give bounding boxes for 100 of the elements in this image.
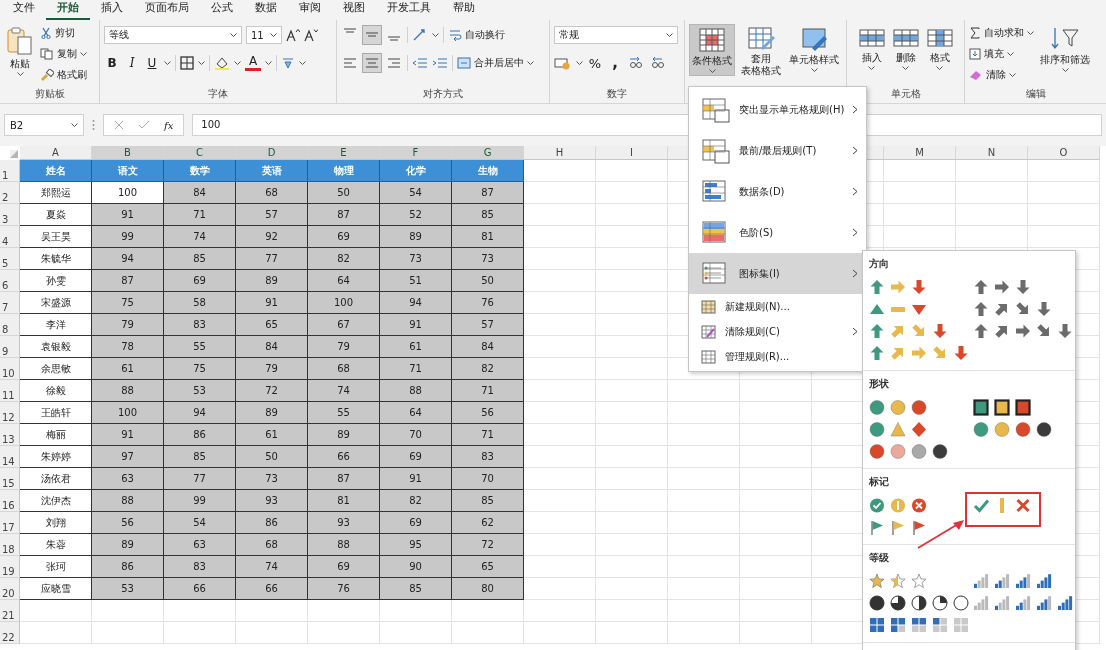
ribbon-tab[interactable]: 插入: [90, 0, 134, 20]
empty-cell[interactable]: [524, 600, 596, 622]
row-header[interactable]: 1: [0, 160, 20, 182]
empty-cell[interactable]: [596, 380, 668, 402]
row-header[interactable]: 18: [0, 534, 20, 556]
menu-item[interactable]: 新建规则(N)...: [689, 294, 866, 319]
cancel-icon[interactable]: [114, 120, 124, 130]
empty-cell[interactable]: [92, 600, 164, 622]
empty-cell[interactable]: [92, 622, 164, 644]
row-header[interactable]: 7: [0, 292, 20, 314]
empty-cell[interactable]: [668, 468, 740, 490]
empty-cell[interactable]: [884, 182, 956, 204]
font-color-button[interactable]: A: [245, 55, 261, 71]
ribbon-tab[interactable]: 文件: [2, 0, 46, 20]
empty-cell[interactable]: [596, 248, 668, 270]
empty-cell[interactable]: [668, 446, 740, 468]
empty-cell[interactable]: [668, 622, 740, 644]
empty-cell[interactable]: [884, 160, 956, 182]
increase-decimal-icon[interactable]: [627, 56, 645, 70]
select-all-icon[interactable]: [10, 150, 18, 158]
column-header[interactable]: H: [524, 146, 596, 160]
row-header[interactable]: 2: [0, 182, 20, 204]
row-header[interactable]: 10: [0, 358, 20, 380]
menu-item[interactable]: 色阶(S): [689, 212, 866, 253]
icon-set-option[interactable]: [869, 442, 948, 460]
menu-item[interactable]: 管理规则(R)...: [689, 344, 866, 369]
font-size-dropdown[interactable]: 11: [246, 26, 282, 44]
empty-cell[interactable]: [668, 512, 740, 534]
empty-cell[interactable]: [596, 622, 668, 644]
phonetic-icon[interactable]: [281, 56, 295, 70]
empty-cell[interactable]: [380, 600, 452, 622]
conditional-formatting-button[interactable]: 条件格式: [689, 24, 735, 76]
empty-cell[interactable]: [236, 600, 308, 622]
empty-cell[interactable]: [956, 226, 1028, 248]
column-header[interactable]: B: [92, 146, 164, 160]
empty-cell[interactable]: [740, 600, 812, 622]
menu-item[interactable]: 数据条(D): [689, 171, 866, 212]
delete-button[interactable]: 删除: [889, 24, 922, 72]
empty-cell[interactable]: [596, 490, 668, 512]
cut-button[interactable]: 剪切: [40, 24, 87, 42]
empty-cell[interactable]: [596, 182, 668, 204]
currency-icon[interactable]: [554, 56, 572, 70]
empty-cell[interactable]: [668, 424, 740, 446]
italic-button[interactable]: I: [124, 54, 140, 72]
empty-cell[interactable]: [596, 534, 668, 556]
empty-cell[interactable]: [740, 402, 812, 424]
empty-cell[interactable]: [740, 512, 812, 534]
column-header[interactable]: E: [308, 146, 380, 160]
enter-icon[interactable]: [138, 120, 150, 130]
empty-cell[interactable]: [956, 204, 1028, 226]
empty-cell[interactable]: [740, 424, 812, 446]
empty-cell[interactable]: [308, 622, 380, 644]
empty-cell[interactable]: [1028, 204, 1100, 226]
icon-set-option[interactable]: [973, 398, 1031, 416]
name-box[interactable]: B2: [4, 114, 84, 136]
row-header[interactable]: 4: [0, 226, 20, 248]
empty-cell[interactable]: [668, 402, 740, 424]
empty-cell[interactable]: [740, 622, 812, 644]
increase-indent-icon[interactable]: [432, 56, 448, 70]
column-header[interactable]: C: [164, 146, 236, 160]
empty-cell[interactable]: [308, 600, 380, 622]
insert-button[interactable]: 插入: [855, 24, 888, 72]
clear-button[interactable]: 清除: [969, 66, 1034, 84]
empty-cell[interactable]: [956, 182, 1028, 204]
orientation-icon[interactable]: [412, 28, 428, 42]
fill-button[interactable]: 填充: [969, 45, 1034, 63]
empty-cell[interactable]: [380, 622, 452, 644]
empty-cell[interactable]: [596, 226, 668, 248]
column-header[interactable]: M: [884, 146, 956, 160]
underline-button[interactable]: U: [144, 54, 160, 72]
empty-cell[interactable]: [596, 402, 668, 424]
column-header[interactable]: N: [956, 146, 1028, 160]
wrap-text-button[interactable]: 自动换行: [448, 26, 505, 44]
row-header[interactable]: 9: [0, 336, 20, 358]
format-as-table-button[interactable]: 套用 表格格式: [739, 24, 783, 79]
empty-cell[interactable]: [1028, 226, 1100, 248]
empty-cell[interactable]: [596, 512, 668, 534]
icon-set-option[interactable]: [973, 420, 1052, 438]
empty-cell[interactable]: [884, 226, 956, 248]
row-header[interactable]: 17: [0, 512, 20, 534]
row-header[interactable]: 22: [0, 622, 20, 644]
empty-cell[interactable]: [596, 160, 668, 182]
paste-button[interactable]: 粘贴: [4, 24, 36, 78]
empty-cell[interactable]: [668, 600, 740, 622]
column-header[interactable]: A: [20, 146, 92, 160]
empty-cell[interactable]: [1028, 160, 1100, 182]
column-header[interactable]: O: [1028, 146, 1100, 160]
ribbon-tab[interactable]: 数据: [244, 0, 288, 20]
empty-cell[interactable]: [596, 204, 668, 226]
empty-cell[interactable]: [596, 600, 668, 622]
decrease-font-size-icon[interactable]: [304, 28, 318, 42]
merge-center-button[interactable]: 合并后居中: [457, 54, 534, 72]
empty-cell[interactable]: [740, 446, 812, 468]
decrease-indent-icon[interactable]: [412, 56, 428, 70]
copy-button[interactable]: 复制: [40, 45, 87, 63]
ribbon-tab[interactable]: 帮助: [442, 0, 486, 20]
percent-button[interactable]: %: [587, 54, 603, 72]
ribbon-tab[interactable]: 开发工具: [376, 0, 442, 20]
empty-cell[interactable]: [596, 578, 668, 600]
empty-cell[interactable]: [596, 556, 668, 578]
